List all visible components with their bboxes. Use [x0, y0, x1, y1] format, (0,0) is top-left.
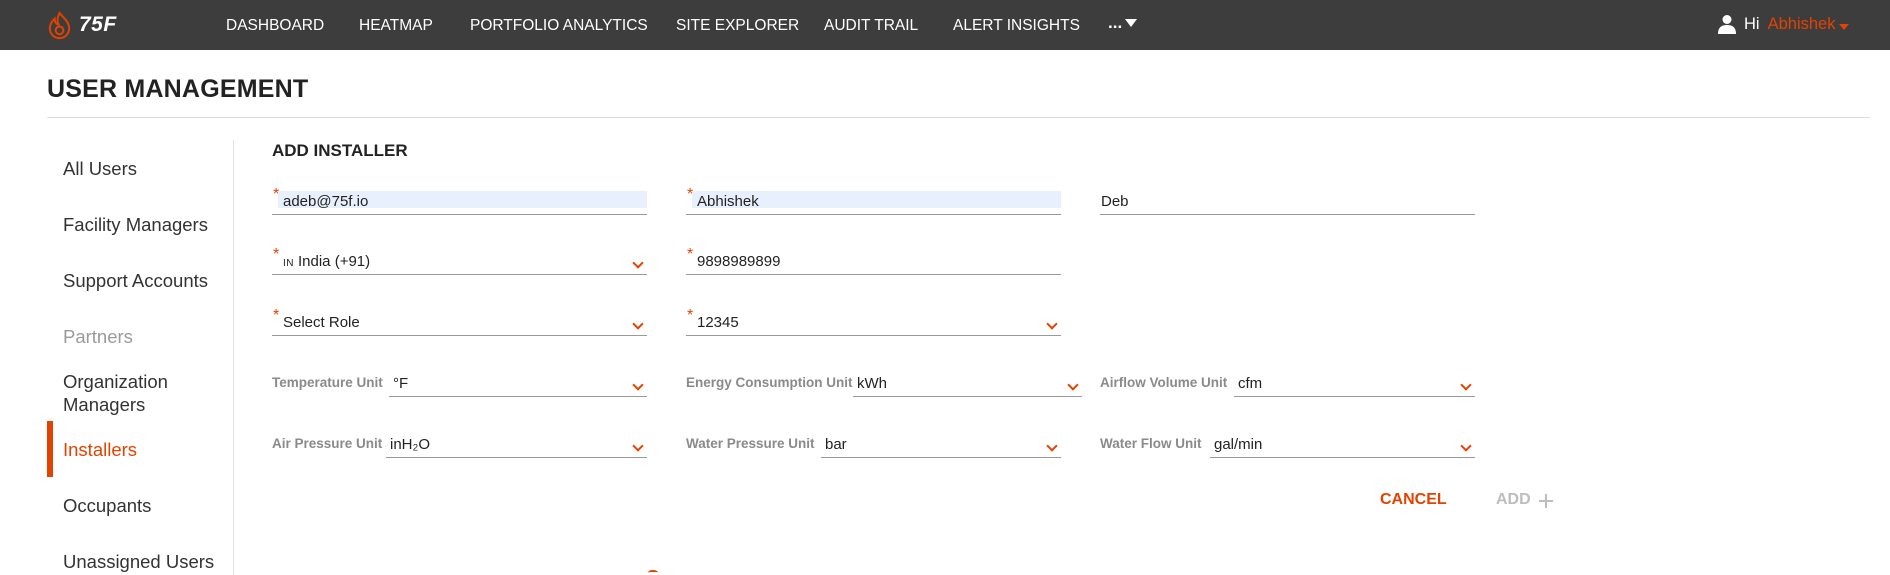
user-icon: [1718, 15, 1736, 34]
email-value: adeb@75f.io: [283, 193, 369, 210]
required-asterisk: *: [687, 246, 694, 263]
nav-alert-insights[interactable]: ALERT INSIGHTS: [953, 17, 1080, 35]
energy-unit-label: Energy Consumption Unit: [686, 375, 853, 390]
add-button-label: ADD: [1496, 491, 1531, 508]
water-flow-unit-select[interactable]: gal/min: [1210, 432, 1475, 458]
sidebar-item-organization-managers[interactable]: Organization Managers: [63, 370, 223, 416]
form-title: ADD INSTALLER: [272, 141, 408, 160]
chevron-down-icon: [632, 257, 644, 269]
flame-logo-icon: [48, 10, 71, 39]
sidebar-active-indicator: [47, 421, 53, 477]
caret-down-icon: [1125, 19, 1138, 27]
title-divider: [47, 117, 1870, 118]
nav-site-explorer[interactable]: SITE EXPLORER: [676, 17, 799, 35]
temperature-unit-value: °F: [393, 375, 409, 392]
logo-text: 75F: [79, 13, 117, 36]
airflow-unit-value: cfm: [1238, 375, 1263, 392]
energy-unit-value: kWh: [857, 375, 887, 392]
chevron-down-icon: [1046, 440, 1058, 452]
country-flag: IN: [283, 258, 294, 269]
brand-logo[interactable]: 75F: [44, 9, 139, 41]
chevron-down-icon: [632, 379, 644, 391]
nav-audit-trail[interactable]: AUDIT TRAIL: [824, 17, 918, 35]
temperature-unit-label: Temperature Unit: [272, 375, 383, 390]
add-button[interactable]: ADD: [1496, 491, 1553, 509]
user-greeting: Hi: [1744, 14, 1760, 33]
temperature-unit-select[interactable]: °F: [389, 371, 647, 397]
sidebar-item-facility-managers[interactable]: Facility Managers: [63, 213, 208, 236]
phone-value: 9898989899: [697, 253, 781, 270]
chevron-down-icon: [632, 318, 644, 330]
sidebar-item-occupants[interactable]: Occupants: [63, 494, 151, 517]
nav-portfolio-analytics[interactable]: PORTFOLIO ANALYTICS: [470, 17, 648, 35]
chevron-down-icon: [1046, 318, 1058, 330]
water-pressure-unit-label: Water Pressure Unit: [686, 436, 815, 451]
email-field[interactable]: * adeb@75f.io: [272, 186, 647, 215]
required-asterisk: *: [273, 307, 280, 324]
phone-field[interactable]: * 9898989899: [686, 246, 1061, 275]
nav-more-label: ...: [1108, 13, 1123, 32]
caret-down-icon: [1839, 24, 1850, 30]
chevron-down-icon: [1067, 379, 1079, 391]
cutoff-search-icon: [648, 570, 658, 575]
nav-dashboard[interactable]: DASHBOARD: [226, 17, 324, 35]
last-name-value: Deb: [1101, 193, 1129, 210]
plus-icon: [1538, 494, 1553, 508]
nav-heatmap[interactable]: HEATMAP: [359, 17, 433, 35]
air-pressure-unit-select[interactable]: inH₂O: [386, 432, 647, 458]
nav-more-menu[interactable]: ...: [1108, 13, 1138, 33]
top-navbar: 75F DASHBOARD HEATMAP PORTFOLIO ANALYTIC…: [0, 0, 1890, 50]
water-pressure-unit-value: bar: [825, 436, 847, 453]
country-label: India (+91): [298, 253, 371, 270]
chevron-down-icon: [1460, 379, 1472, 391]
water-flow-unit-value: gal/min: [1214, 436, 1263, 453]
water-pressure-unit-select[interactable]: bar: [821, 432, 1061, 458]
sidebar-section-partners: Partners: [63, 326, 133, 347]
code-value: 12345: [697, 314, 739, 331]
sidebar-item-all-users[interactable]: All Users: [63, 157, 137, 180]
required-asterisk: *: [687, 307, 694, 324]
required-asterisk: *: [273, 186, 280, 203]
sidebar-item-installers[interactable]: Installers: [63, 438, 137, 461]
sidebar-item-support-accounts[interactable]: Support Accounts: [63, 269, 208, 292]
country-code-value: IN India (+91): [283, 253, 370, 270]
first-name-field[interactable]: * Abhishek: [686, 186, 1061, 215]
page-title: USER MANAGEMENT: [47, 75, 309, 103]
country-code-select[interactable]: * IN India (+91): [272, 246, 647, 275]
sidebar-divider: [233, 140, 234, 575]
chevron-down-icon: [632, 440, 644, 452]
required-asterisk: *: [687, 186, 694, 203]
last-name-field[interactable]: Deb: [1100, 189, 1475, 215]
energy-unit-select[interactable]: kWh: [853, 371, 1082, 397]
airflow-unit-label: Airflow Volume Unit: [1100, 375, 1228, 390]
role-select[interactable]: * Select Role: [272, 307, 647, 336]
role-value: Select Role: [283, 314, 360, 331]
air-pressure-unit-value: inH₂O: [390, 436, 430, 453]
cancel-button[interactable]: CANCEL: [1380, 491, 1447, 509]
sidebar-item-unassigned-users[interactable]: Unassigned Users: [63, 550, 214, 573]
chevron-down-icon: [1460, 440, 1472, 452]
required-asterisk: *: [273, 246, 280, 263]
user-name[interactable]: Abhishek: [1768, 15, 1836, 34]
air-pressure-unit-label: Air Pressure Unit: [272, 436, 383, 451]
water-flow-unit-label: Water Flow Unit: [1100, 436, 1202, 451]
first-name-value: Abhishek: [697, 193, 759, 210]
user-menu[interactable]: Hi Abhishek: [1718, 14, 1850, 34]
airflow-unit-select[interactable]: cfm: [1234, 371, 1475, 397]
code-select[interactable]: * 12345: [686, 307, 1061, 336]
